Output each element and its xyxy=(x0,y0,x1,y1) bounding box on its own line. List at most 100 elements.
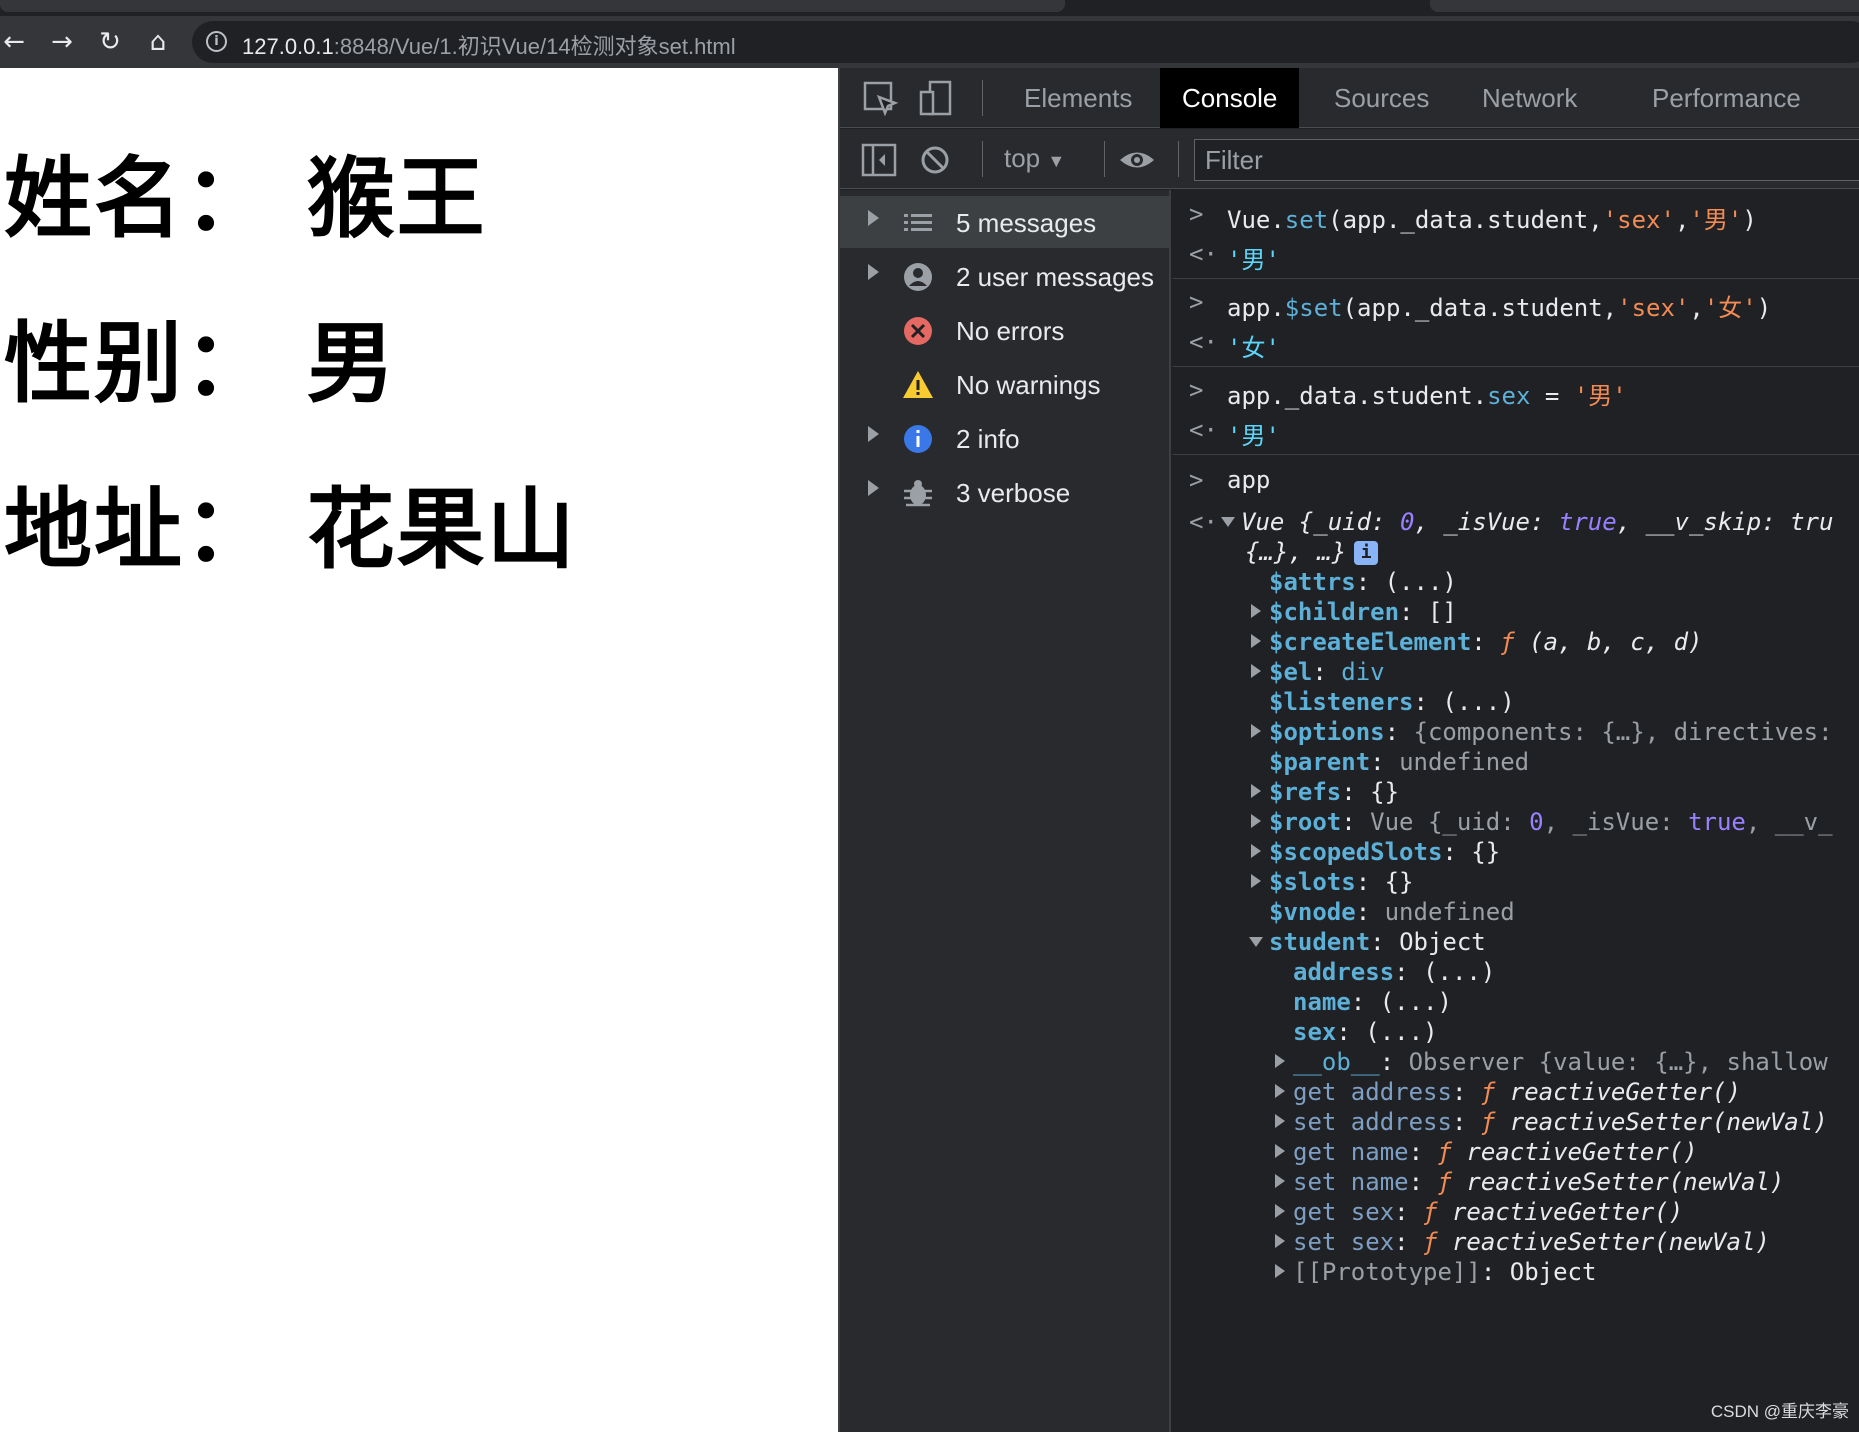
expand-arrow-icon[interactable] xyxy=(1275,1264,1285,1278)
expand-arrow-icon[interactable] xyxy=(1275,1174,1285,1188)
home-icon[interactable]: ⌂ xyxy=(140,24,176,60)
sidebar-item-errors[interactable]: No errors xyxy=(840,304,1169,356)
expand-arrow-icon[interactable] xyxy=(1251,604,1261,618)
expand-arrow-icon[interactable] xyxy=(1251,634,1261,648)
browser-tab[interactable] xyxy=(0,0,1065,12)
expand-arrow-icon[interactable] xyxy=(868,480,879,496)
prop-row[interactable]: set address: ƒ reactiveSetter(newVal) xyxy=(1275,1108,1828,1136)
browser-tab[interactable] xyxy=(1430,0,1859,12)
sidebar-item-messages[interactable]: 5 messages xyxy=(840,196,1169,248)
back-icon[interactable]: ← xyxy=(0,24,32,60)
expand-arrow-icon[interactable] xyxy=(1251,814,1261,828)
expand-arrow-icon[interactable] xyxy=(1251,724,1261,738)
sidebar-item-info[interactable]: 2 info xyxy=(840,412,1169,464)
tab-sources[interactable]: Sources xyxy=(1312,68,1451,128)
expand-arrow-icon[interactable] xyxy=(1275,1144,1285,1158)
prop-value: 0 xyxy=(1529,808,1544,836)
prop-row[interactable]: $slots: {} xyxy=(1251,868,1414,896)
code-token: 'sex' xyxy=(1602,206,1675,234)
tab-performance[interactable]: Performance xyxy=(1630,68,1823,128)
prop-row[interactable]: __ob__: Observer {value: {…}, shallow xyxy=(1275,1048,1828,1076)
prop-row[interactable]: $options: {components: {…}, directives: xyxy=(1251,718,1833,746)
prop-row[interactable]: [[Prototype]]: Object xyxy=(1275,1258,1596,1286)
code-token: ) xyxy=(1756,294,1772,322)
prop-row-student[interactable]: student: Object xyxy=(1249,928,1486,956)
sidebar-item-warnings[interactable]: No warnings xyxy=(840,358,1169,410)
info-badge-icon[interactable]: i xyxy=(1354,541,1379,565)
prop-key: $options xyxy=(1269,718,1385,746)
expand-arrow-icon[interactable] xyxy=(1275,1114,1285,1128)
prop-row[interactable]: $attrs: (...) xyxy=(1269,568,1457,596)
prop-row[interactable]: $vnode: undefined xyxy=(1269,898,1515,926)
prop-row[interactable]: get address: ƒ reactiveGetter() xyxy=(1275,1078,1741,1106)
collapse-arrow-icon[interactable] xyxy=(1221,517,1235,527)
console-result-line[interactable]: '男' xyxy=(1227,240,1280,275)
prop-key: set sex xyxy=(1293,1228,1395,1256)
device-toolbar-icon[interactable] xyxy=(918,80,956,118)
prop-row[interactable]: $scopedSlots: {} xyxy=(1251,838,1500,866)
prop-row[interactable]: get sex: ƒ reactiveGetter() xyxy=(1275,1198,1683,1226)
url-path: :8848/Vue/1.初识Vue/14检测对象set.html xyxy=(333,34,736,59)
tab-network[interactable]: Network xyxy=(1460,68,1599,128)
expand-arrow-icon[interactable] xyxy=(1251,844,1261,858)
url-text[interactable]: 127.0.0.1:8848/Vue/1.初识Vue/14检测对象set.htm… xyxy=(242,29,736,61)
prop-row[interactable]: set sex: ƒ reactiveSetter(newVal) xyxy=(1275,1228,1770,1256)
filter-input[interactable]: Filter xyxy=(1194,139,1859,181)
prop-value: [] xyxy=(1427,598,1457,626)
tab-elements[interactable]: Elements xyxy=(1002,68,1154,128)
prop-row[interactable]: $children: [] xyxy=(1251,598,1457,626)
show-sidebar-icon[interactable] xyxy=(860,141,898,179)
tab-memory[interactable]: M xyxy=(1840,68,1859,128)
expand-arrow-icon[interactable] xyxy=(1251,874,1261,888)
console-result-line[interactable]: '男' xyxy=(1227,416,1280,451)
prop-row[interactable]: $parent: undefined xyxy=(1269,748,1529,776)
live-expression-eye-icon[interactable] xyxy=(1118,141,1156,179)
expand-arrow-icon[interactable] xyxy=(1251,784,1261,798)
expand-arrow-icon[interactable] xyxy=(868,264,879,280)
expand-arrow-icon[interactable] xyxy=(868,210,879,226)
prop-row[interactable]: $refs: {} xyxy=(1251,778,1399,806)
code-token: Vue. xyxy=(1227,206,1285,234)
user-icon xyxy=(904,263,932,291)
context-selector[interactable]: top ▼ xyxy=(1004,143,1065,174)
sidebar-label: 2 info xyxy=(956,424,1020,454)
expand-arrow-icon[interactable] xyxy=(868,426,879,442)
sidebar-item-verbose[interactable]: 3 verbose xyxy=(840,466,1169,518)
prop-row[interactable]: $root: Vue {_uid: 0, _isVue: true, __v_ xyxy=(1251,808,1833,836)
console-input-line[interactable]: app._data.student.sex = '男' xyxy=(1227,376,1627,411)
expand-arrow-icon[interactable] xyxy=(1275,1234,1285,1248)
prop-row[interactable]: set name: ƒ reactiveSetter(newVal) xyxy=(1275,1168,1784,1196)
clear-console-icon[interactable] xyxy=(916,141,954,179)
inspect-element-icon[interactable] xyxy=(862,80,900,118)
tab-console[interactable]: Console xyxy=(1160,68,1300,128)
vue-object-summary[interactable]: Vue {_uid: 0, _isVue: true, __v_skip: tr… xyxy=(1221,508,1833,536)
reload-icon[interactable]: ↻ xyxy=(92,24,128,60)
expand-arrow-icon[interactable] xyxy=(1275,1084,1285,1098)
prop-row[interactable]: sex: (...) xyxy=(1293,1018,1438,1046)
console-input-line[interactable]: app xyxy=(1227,466,1270,494)
console-result-line[interactable]: '女' xyxy=(1227,328,1280,363)
code-token: app. xyxy=(1227,294,1285,322)
prop-row[interactable]: $createElement: ƒ (a, b, c, d) xyxy=(1251,628,1703,656)
sidebar-item-user-messages[interactable]: 2 user messages xyxy=(840,250,1169,302)
code-token: , __v_skip: tru xyxy=(1616,508,1834,536)
result-arrow-icon: <· xyxy=(1189,508,1218,536)
prop-value: div xyxy=(1341,658,1385,686)
prop-key: $slots xyxy=(1269,868,1356,896)
console-input-line[interactable]: Vue.set(app._data.student,'sex','男') xyxy=(1227,200,1757,235)
prop-row[interactable]: $listeners: (...) xyxy=(1269,688,1515,716)
address-bar[interactable]: i 127.0.0.1:8848/Vue/1.初识Vue/14检测对象set.h… xyxy=(192,21,1859,63)
console-input-line[interactable]: app.$set(app._data.student,'sex','女') xyxy=(1227,288,1771,323)
prop-row[interactable]: get name: ƒ reactiveGetter() xyxy=(1275,1138,1698,1166)
prop-row[interactable]: address: (...) xyxy=(1293,958,1495,986)
message-divider xyxy=(1173,454,1859,455)
prop-row[interactable]: name: (...) xyxy=(1293,988,1452,1016)
site-info-icon[interactable]: i xyxy=(206,31,227,52)
expand-arrow-icon[interactable] xyxy=(1275,1204,1285,1218)
expand-arrow-icon[interactable] xyxy=(1251,664,1261,678)
expand-arrow-icon[interactable] xyxy=(1275,1054,1285,1068)
collapse-arrow-icon[interactable] xyxy=(1249,937,1263,947)
prop-row[interactable]: $el: div xyxy=(1251,658,1385,686)
forward-icon[interactable]: → xyxy=(44,24,80,60)
bug-icon xyxy=(904,480,932,507)
